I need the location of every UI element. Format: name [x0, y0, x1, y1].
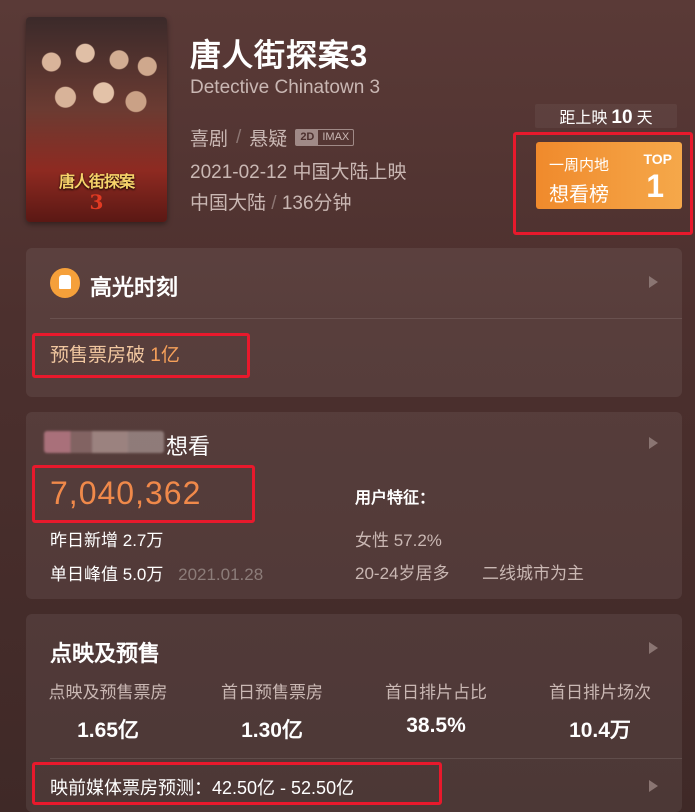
- feature-age: 20-24岁居多: [355, 564, 450, 583]
- separator: /: [271, 193, 282, 214]
- genre-line: 喜剧 / 悬疑 2D IMAX: [190, 124, 355, 151]
- presale-stat-label: 首日排片场次: [549, 683, 651, 702]
- countdown-days: 10: [611, 107, 633, 128]
- features-title: 用户特征：: [355, 490, 436, 507]
- presale-stat-value: 1.65亿: [77, 719, 139, 742]
- peak-stat: 单日峰值 5.0万 2021.01.28: [50, 560, 263, 585]
- region-duration-line: 中国大陆 / 136分钟: [190, 188, 352, 215]
- format-imax: IMAX: [322, 131, 350, 143]
- movie-poster[interactable]: 唐人街探案 3: [26, 17, 167, 222]
- peak-date: 2021.01.28: [178, 565, 264, 584]
- countdown-prefix: 距上映: [559, 110, 608, 127]
- format-2d: 2D: [296, 130, 319, 145]
- presale-stat-label: 点映及预售票房: [48, 683, 168, 702]
- separator: /: [236, 126, 242, 148]
- highlight-box-count: [32, 465, 255, 523]
- genre-1: 喜剧: [190, 129, 229, 150]
- chevron-right-icon[interactable]: [649, 437, 658, 449]
- highlight-box-presale: [32, 333, 250, 378]
- trophy-icon: [50, 268, 80, 298]
- movie-english-title: Detective Chinatown 3: [190, 77, 381, 98]
- poster-title: 唐人街探案: [58, 172, 135, 191]
- chevron-right-icon[interactable]: [649, 276, 658, 288]
- presale-stat: 首日预售票房 1.30亿: [190, 678, 354, 744]
- presale-stat-value: 10.4万: [569, 719, 631, 742]
- highlight-box-rank: [513, 132, 693, 235]
- presale-stat: 首日排片场次 10.4万: [518, 678, 682, 744]
- duration: 136分钟: [281, 193, 352, 214]
- movie-title: 唐人街探案3: [190, 38, 369, 73]
- want-label: 想看: [166, 434, 211, 459]
- poster-cast-image: [26, 29, 167, 139]
- genre-2: 悬疑: [249, 129, 288, 150]
- feature-city: 二线城市为主: [482, 564, 584, 583]
- blurred-username: [44, 431, 164, 453]
- yesterday-value: 2.7万: [122, 531, 164, 550]
- presale-stat: 首日排片占比 38.5%: [354, 678, 518, 738]
- presale-title: 点映及预售: [50, 641, 161, 666]
- divider: [50, 758, 682, 759]
- region: 中国大陆: [190, 193, 267, 214]
- peak-value: 5.0万: [122, 565, 164, 584]
- presale-stat-value: 38.5%: [406, 714, 466, 737]
- yesterday-label: 昨日新增: [50, 531, 118, 550]
- peak-label: 单日峰值: [50, 565, 118, 584]
- feature-gender: 女性 57.2%: [355, 531, 442, 550]
- highlights-title: 高光时刻: [90, 275, 179, 300]
- divider: [50, 318, 682, 319]
- format-badge: 2D IMAX: [295, 129, 355, 146]
- highlight-box-forecast: [32, 762, 442, 805]
- release-countdown: 距上映 10 天: [535, 104, 677, 128]
- release-line: 2021-02-12 中国大陆上映: [190, 162, 407, 183]
- presale-stat-label: 首日预售票房: [221, 683, 323, 702]
- yesterday-stat: 昨日新增 2.7万: [50, 526, 163, 551]
- presale-stat: 点映及预售票房 1.65亿: [26, 678, 190, 744]
- presale-stat-value: 1.30亿: [241, 719, 303, 742]
- chevron-right-icon[interactable]: [649, 780, 658, 792]
- countdown-suffix: 天: [636, 110, 653, 127]
- chevron-right-icon[interactable]: [649, 642, 658, 654]
- presale-stat-label: 首日排片占比: [385, 683, 487, 702]
- poster-number: 3: [89, 190, 104, 214]
